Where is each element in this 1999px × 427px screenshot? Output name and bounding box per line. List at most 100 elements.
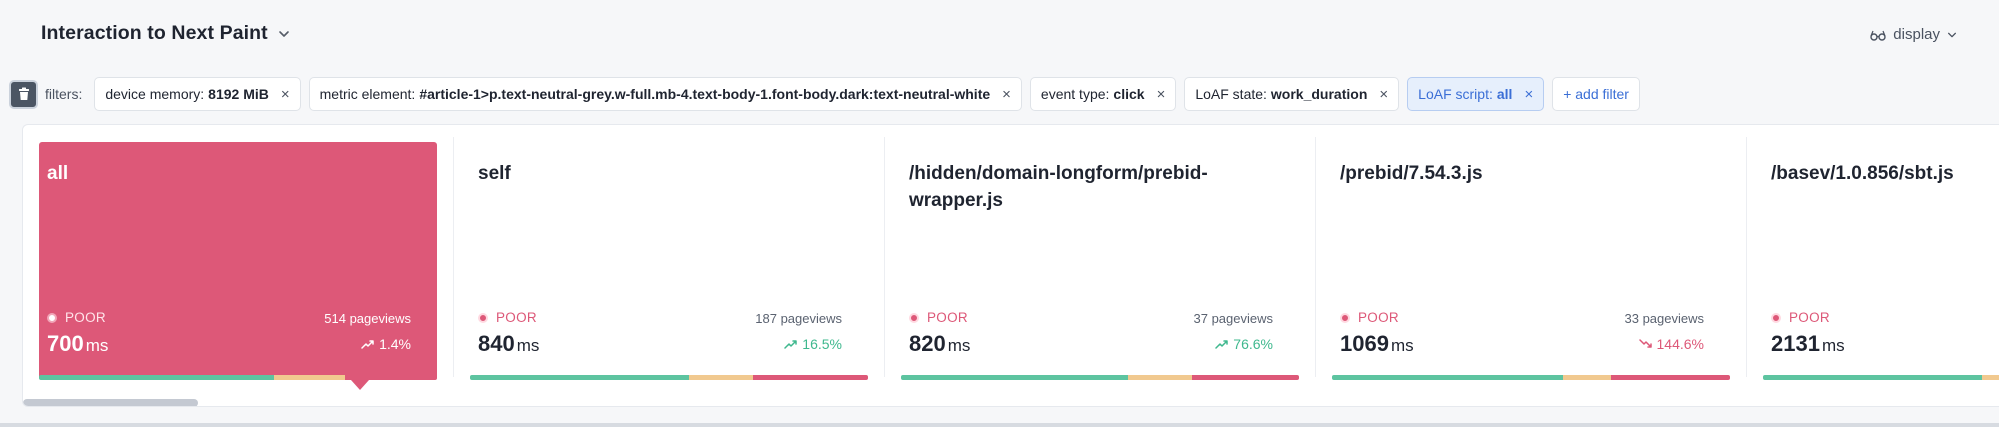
- display-label: display: [1893, 26, 1940, 43]
- filters-bar: filters: device memory: 8192 MiB × metric e…: [9, 77, 1640, 111]
- card-title: self: [478, 163, 511, 184]
- breakdown-card[interactable]: /basev/1.0.856/sbt.js POOR 2131 ms: [1747, 125, 1999, 406]
- filter-value: all: [1496, 86, 1513, 102]
- card-title: /hidden/domain-longform/prebid-wrapper.j…: [909, 163, 1208, 211]
- distribution-segment-needs-improvement: [688, 375, 753, 380]
- status-label: POOR: [65, 310, 106, 325]
- distribution-segment-poor: [1610, 375, 1730, 380]
- status-badge: POOR: [47, 310, 106, 325]
- page-title: Interaction to Next Paint: [41, 22, 268, 44]
- close-icon[interactable]: ×: [1379, 87, 1388, 102]
- filter-value: click: [1113, 86, 1145, 102]
- pageviews-count: 187 pageviews: [755, 311, 842, 326]
- status-badge: POOR: [1340, 310, 1399, 325]
- status-label: POOR: [1789, 310, 1830, 325]
- distribution-segment-needs-improvement: [1562, 375, 1611, 380]
- metric-number: 820: [909, 331, 946, 356]
- card-title: /basev/1.0.856/sbt.js: [1771, 163, 1954, 184]
- status-badge: POOR: [478, 310, 537, 325]
- trend-value: 1.4%: [379, 336, 411, 352]
- status-label: POOR: [927, 310, 968, 325]
- filter-value: work_duration: [1270, 86, 1368, 102]
- filter-chip[interactable]: LoAF script: all ×: [1407, 77, 1545, 111]
- distribution-bar: [1763, 375, 1999, 380]
- scrollbar-thumb[interactable]: [23, 399, 198, 406]
- metric-number: 2131: [1771, 331, 1820, 356]
- pageviews-count: 514 pageviews: [324, 311, 411, 326]
- glasses-icon: [1870, 30, 1886, 41]
- status-dot-icon: [478, 312, 488, 323]
- breakdown-card[interactable]: self POOR 187 pageviews 840 ms 16.5%: [454, 125, 884, 406]
- card-divider: [1315, 137, 1316, 377]
- card-title: all: [47, 163, 69, 184]
- distribution-segment-good: [470, 375, 689, 380]
- filter-value: 8192 MiB: [208, 86, 269, 102]
- breakdown-card[interactable]: /hidden/domain-longform/prebid-wrapper.j…: [885, 125, 1315, 406]
- metric-number: 700: [47, 331, 84, 356]
- trend-indicator: 16.5%: [784, 336, 842, 352]
- filter-key: device memory:: [105, 86, 205, 102]
- trend-indicator: 1.4%: [361, 336, 411, 352]
- metric-number: 1069: [1340, 331, 1389, 356]
- distribution-segment-good: [39, 375, 274, 380]
- card-title: /prebid/7.54.3.js: [1340, 163, 1483, 184]
- trend-indicator: 76.6%: [1215, 336, 1273, 352]
- distribution-segment-good: [1763, 375, 1982, 380]
- filter-value: #article-1>p.text-neutral-grey.w-full.mb…: [419, 86, 991, 102]
- distribution-segment-good: [901, 375, 1128, 380]
- metric-value: 820 ms: [909, 331, 970, 357]
- chevron-down-icon: [278, 30, 289, 37]
- status-badge: POOR: [1771, 310, 1830, 325]
- close-icon[interactable]: ×: [1524, 87, 1533, 102]
- display-button[interactable]: display: [1870, 26, 1957, 43]
- filter-key: metric element:: [319, 86, 416, 102]
- horizontal-scrollbar[interactable]: [23, 397, 1999, 406]
- metric-value: 1069 ms: [1340, 331, 1414, 357]
- add-filter-button[interactable]: + add filter: [1552, 77, 1640, 111]
- status-dot-icon: [1340, 312, 1350, 323]
- page-header: Interaction to Next Paint display: [0, 0, 1999, 74]
- filter-chip[interactable]: LoAF state: work_duration ×: [1184, 77, 1400, 111]
- metric-unit: ms: [85, 336, 109, 355]
- filter-chip[interactable]: metric element: #article-1>p.text-neutral…: [308, 77, 1022, 111]
- distribution-segment-poor: [1191, 375, 1299, 380]
- breakdown-card[interactable]: all POOR 514 pageviews 700 ms 1.4%: [23, 125, 453, 406]
- breakdown-cards: all POOR 514 pageviews 700 ms 1.4% self POOR 187…: [22, 124, 1999, 407]
- card-divider: [884, 137, 885, 377]
- distribution-bar: [901, 375, 1299, 380]
- metric-selector[interactable]: Interaction to Next Paint: [41, 22, 290, 45]
- distribution-bar: [470, 375, 868, 380]
- trash-icon: [18, 87, 29, 100]
- close-icon[interactable]: ×: [1157, 87, 1166, 102]
- trend-up-icon: [1215, 340, 1229, 349]
- filter-key: LoAF script:: [1418, 86, 1493, 102]
- close-icon[interactable]: ×: [281, 87, 290, 102]
- filter-key: LoAF state:: [1195, 86, 1267, 102]
- metric-unit: ms: [516, 336, 540, 355]
- status-dot-icon: [47, 312, 57, 323]
- distribution-segment-needs-improvement: [273, 375, 346, 380]
- metric-unit: ms: [1821, 336, 1845, 355]
- trend-down-icon: [1638, 339, 1652, 348]
- close-icon[interactable]: ×: [1002, 87, 1011, 102]
- divider: [0, 423, 1999, 427]
- status-label: POOR: [1358, 310, 1399, 325]
- clear-filters-button[interactable]: [9, 79, 38, 109]
- trend-indicator: 144.6%: [1638, 336, 1704, 352]
- trend-value: 16.5%: [802, 336, 842, 352]
- status-label: POOR: [496, 310, 537, 325]
- distribution-bar: [1332, 375, 1730, 380]
- chevron-down-icon: [1948, 32, 1956, 37]
- trend-value: 76.6%: [1233, 336, 1273, 352]
- card-divider: [453, 137, 454, 377]
- card-divider: [1746, 137, 1747, 377]
- distribution-segment-needs-improvement: [1981, 375, 1999, 380]
- status-dot-icon: [1771, 312, 1781, 323]
- trend-value: 144.6%: [1656, 336, 1704, 352]
- filter-chip[interactable]: event type: click ×: [1029, 77, 1177, 111]
- filter-chip[interactable]: device memory: 8192 MiB ×: [94, 77, 301, 111]
- metric-unit: ms: [947, 336, 971, 355]
- status-badge: POOR: [909, 310, 968, 325]
- breakdown-card[interactable]: /prebid/7.54.3.js POOR 33 pageviews 1069 ms 1…: [1316, 125, 1746, 406]
- distribution-segment-needs-improvement: [1127, 375, 1192, 380]
